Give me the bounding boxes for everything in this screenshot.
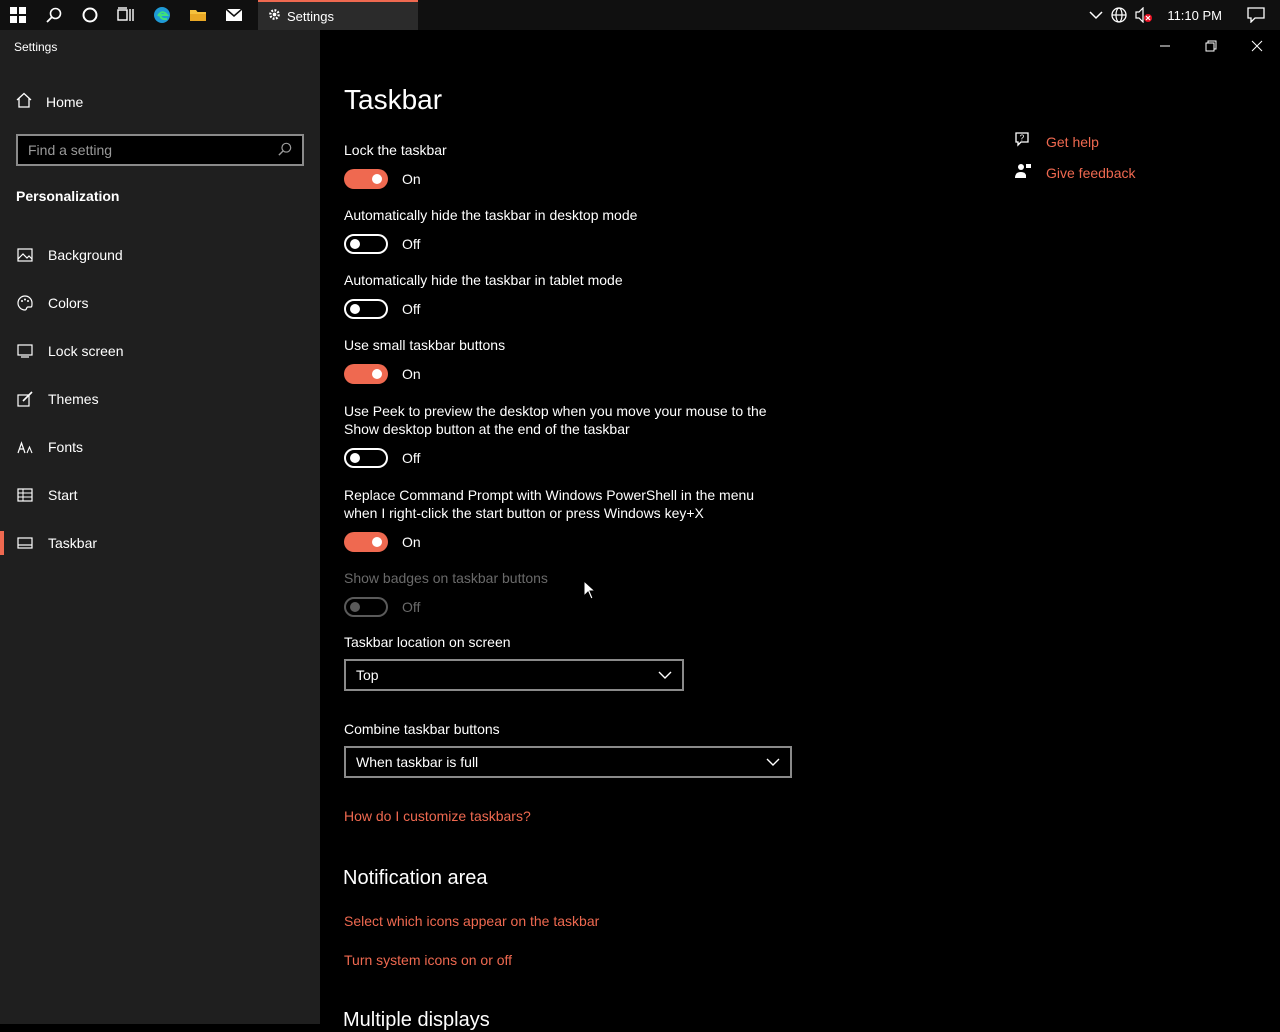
peek-toggle[interactable] — [344, 448, 388, 468]
task-view-icon[interactable] — [108, 0, 144, 30]
toggle-state: On — [402, 366, 421, 382]
windows-start-icon[interactable] — [0, 0, 36, 30]
autohide-tablet-toggle[interactable] — [344, 299, 388, 319]
taskbar-settings-app[interactable]: Settings — [258, 0, 418, 30]
clock[interactable]: 11:10 PM — [1157, 0, 1232, 30]
chevron-down-icon — [658, 667, 672, 683]
system-tray: 11:10 PM — [1085, 0, 1280, 30]
sidebar-item-colors[interactable]: Colors — [0, 283, 320, 323]
setting-autohide-desktop: Automatically hide the taskbar in deskto… — [344, 206, 784, 254]
edge-icon[interactable] — [144, 0, 180, 30]
combine-label: Combine taskbar buttons — [344, 721, 500, 737]
sidebar-item-label: Background — [48, 247, 123, 263]
sidebar-item-home[interactable]: Home — [16, 92, 83, 111]
cortana-icon[interactable] — [72, 0, 108, 30]
home-label: Home — [46, 93, 84, 110]
setting-lock-taskbar: Lock the taskbar On — [344, 141, 784, 189]
location-label: Taskbar location on screen — [344, 634, 511, 650]
chat-help-icon: ? — [1014, 131, 1032, 152]
search-input[interactable]: Find a setting — [16, 134, 304, 166]
search-placeholder: Find a setting — [28, 142, 113, 158]
sidebar-item-label: Start — [48, 487, 78, 503]
setting-small-buttons: Use small taskbar buttons On — [344, 336, 784, 384]
give-feedback-label: Give feedback — [1046, 164, 1136, 181]
close-button[interactable] — [1234, 30, 1280, 62]
search-icon — [278, 142, 292, 159]
fonts-icon — [16, 440, 34, 454]
chevron-up-icon[interactable] — [1085, 0, 1107, 30]
autohide-desktop-toggle[interactable] — [344, 234, 388, 254]
section-personalization: Personalization — [16, 188, 120, 204]
setting-badges: Show badges on taskbar buttons Off — [344, 569, 784, 617]
chevron-down-icon — [766, 754, 780, 770]
lock-taskbar-toggle[interactable] — [344, 169, 388, 189]
toggle-state: On — [402, 171, 421, 187]
give-feedback-link[interactable]: Give feedback — [1014, 162, 1136, 183]
notification-icon[interactable] — [1232, 0, 1280, 30]
multiple-displays-heading: Multiple displays — [343, 1009, 490, 1031]
sidebar-item-start[interactable]: Start — [0, 475, 320, 515]
customize-taskbars-link[interactable]: How do I customize taskbars? — [344, 808, 531, 824]
search-icon[interactable] — [36, 0, 72, 30]
start-icon — [16, 488, 34, 502]
toggle-state: Off — [402, 450, 421, 466]
setting-label: Use small taskbar buttons — [344, 337, 506, 353]
picture-icon — [16, 248, 34, 262]
sidebar-item-label: Taskbar — [48, 535, 98, 551]
setting-label: Replace Command Prompt with Windows Powe… — [344, 487, 755, 521]
sidebar-item-label: Fonts — [48, 439, 84, 455]
toggle-state: On — [402, 534, 421, 550]
setting-autohide-tablet: Automatically hide the taskbar in tablet… — [344, 271, 784, 319]
taskbar: Settings 11:10 PM — [0, 0, 1280, 30]
combine-buttons-dropdown[interactable]: When taskbar is full — [344, 746, 792, 778]
system-icons-link[interactable]: Turn system icons on or off — [344, 952, 512, 968]
sidebar-item-themes[interactable]: Themes — [0, 379, 320, 419]
mouse-cursor-icon — [583, 579, 597, 605]
setting-label: Automatically hide the taskbar in tablet… — [344, 272, 623, 288]
window-title: Settings — [14, 40, 58, 54]
sidebar-item-label: Colors — [48, 295, 89, 311]
get-help-label: Get help — [1046, 133, 1099, 150]
volume-muted-icon[interactable] — [1131, 0, 1157, 30]
network-globe-icon[interactable] — [1107, 0, 1131, 30]
setting-peek: Use Peek to preview the desktop when you… — [344, 402, 784, 468]
small-buttons-toggle[interactable] — [344, 364, 388, 384]
get-help-link[interactable]: ? Get help — [1014, 131, 1099, 152]
svg-text:?: ? — [1020, 134, 1025, 143]
restore-button[interactable] — [1188, 30, 1234, 62]
monitor-icon — [16, 344, 34, 358]
taskbar-location-dropdown[interactable]: Top — [344, 659, 684, 691]
dropdown-value: Top — [356, 667, 379, 683]
home-icon — [16, 92, 32, 111]
sidebar-item-label: Lock screen — [48, 343, 124, 359]
sidebar-item-label: Themes — [48, 391, 99, 407]
gear-icon — [268, 8, 281, 24]
mail-icon[interactable] — [216, 0, 252, 30]
setting-label: Show badges on taskbar buttons — [344, 570, 548, 586]
setting-label: Use Peek to preview the desktop when you… — [344, 403, 767, 437]
sidebar-item-fonts[interactable]: Fonts — [0, 427, 320, 467]
sidebar-item-taskbar[interactable]: Taskbar — [0, 523, 320, 563]
notification-area-heading: Notification area — [343, 867, 488, 889]
taskbar-icon — [16, 537, 34, 549]
toggle-state: Off — [402, 599, 421, 615]
file-explorer-icon[interactable] — [180, 0, 216, 30]
sidebar-item-background[interactable]: Background — [0, 235, 320, 275]
setting-label: Lock the taskbar — [344, 142, 447, 158]
brush-icon — [16, 391, 34, 407]
powershell-toggle[interactable] — [344, 532, 388, 552]
feedback-person-icon — [1014, 162, 1032, 183]
select-icons-link[interactable]: Select which icons appear on the taskbar — [344, 913, 599, 929]
sidebar-item-lock-screen[interactable]: Lock screen — [0, 331, 320, 371]
taskbar-app-label: Settings — [287, 8, 334, 24]
minimize-button[interactable] — [1142, 30, 1188, 62]
dropdown-value: When taskbar is full — [356, 754, 479, 770]
setting-label: Automatically hide the taskbar in deskto… — [344, 207, 638, 223]
toggle-state: Off — [402, 236, 421, 252]
page-title: Taskbar — [344, 84, 443, 115]
badges-toggle — [344, 597, 388, 617]
palette-icon — [16, 295, 34, 311]
toggle-state: Off — [402, 301, 421, 317]
setting-powershell: Replace Command Prompt with Windows Powe… — [344, 486, 784, 552]
